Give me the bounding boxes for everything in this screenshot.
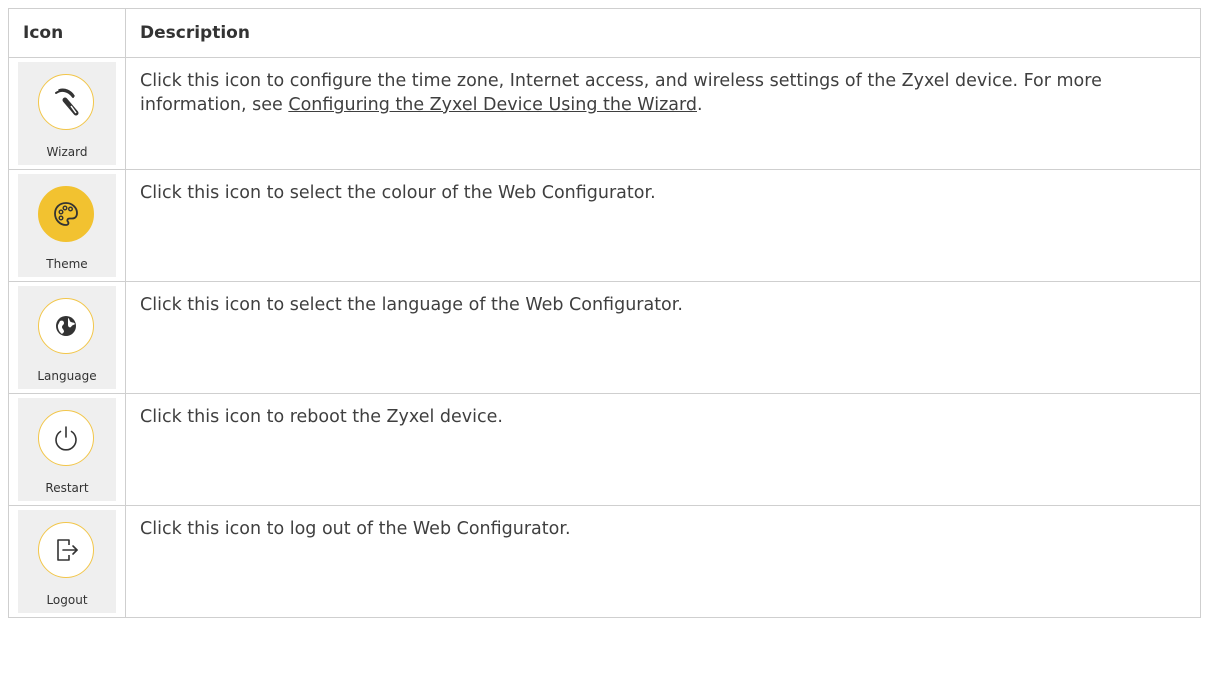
description-cell: Click this icon to log out of the Web Co…	[125, 505, 1201, 618]
wizard-button[interactable]: Wizard	[18, 62, 116, 165]
theme-icon-circle	[38, 186, 94, 242]
globe-icon	[56, 316, 76, 336]
wizard-description-end: .	[696, 95, 703, 115]
table-row: Wizard Click this icon to configure the …	[8, 57, 1201, 170]
description-cell: Click this icon to select the language o…	[125, 281, 1201, 394]
logout-icon-circle	[38, 522, 94, 578]
icon-cell: Language	[8, 281, 126, 394]
theme-label: Theme	[46, 257, 88, 271]
logout-label: Logout	[46, 593, 88, 607]
theme-button[interactable]: Theme	[18, 174, 116, 277]
icon-cell: Logout	[8, 505, 126, 618]
table-header-row: Icon Description	[8, 8, 1201, 58]
description-cell: Click this icon to reboot the Zyxel devi…	[125, 393, 1201, 506]
theme-description: Click this icon to select the colour of …	[140, 183, 656, 203]
logout-description: Click this icon to log out of the Web Co…	[140, 519, 571, 539]
restart-icon-circle	[38, 410, 94, 466]
language-button[interactable]: Language	[18, 286, 116, 389]
description-cell: Click this icon to configure the time zo…	[125, 57, 1201, 170]
icon-cell: Theme	[8, 169, 126, 282]
wizard-label: Wizard	[46, 145, 88, 159]
restart-button[interactable]: Restart	[18, 398, 116, 501]
restart-description: Click this icon to reboot the Zyxel devi…	[140, 407, 503, 427]
table-row: Language Click this icon to select the l…	[8, 281, 1201, 394]
logout-icon	[57, 539, 78, 561]
language-description: Click this icon to select the language o…	[140, 295, 683, 315]
power-icon	[55, 426, 77, 451]
restart-label: Restart	[45, 481, 89, 495]
wizard-icon-circle	[38, 74, 94, 130]
table-row: Logout Click this icon to log out of the…	[8, 505, 1201, 618]
table-row: Theme Click this icon to select the colo…	[8, 169, 1201, 282]
logout-button[interactable]: Logout	[18, 510, 116, 613]
description-cell: Click this icon to select the colour of …	[125, 169, 1201, 282]
palette-icon	[54, 202, 78, 226]
language-icon-circle	[38, 298, 94, 354]
icon-cell: Restart	[8, 393, 126, 506]
language-label: Language	[37, 369, 97, 383]
wand-icon	[55, 88, 79, 116]
icon-description-table: Icon Description Wizard Click this icon …	[8, 8, 1201, 618]
icon-cell: Wizard	[8, 57, 126, 170]
wizard-help-link[interactable]: Configuring the Zyxel Device Using the W…	[288, 95, 697, 115]
header-icon: Icon	[8, 8, 126, 58]
table-row: Restart Click this icon to reboot the Zy…	[8, 393, 1201, 506]
header-description: Description	[125, 8, 1201, 58]
